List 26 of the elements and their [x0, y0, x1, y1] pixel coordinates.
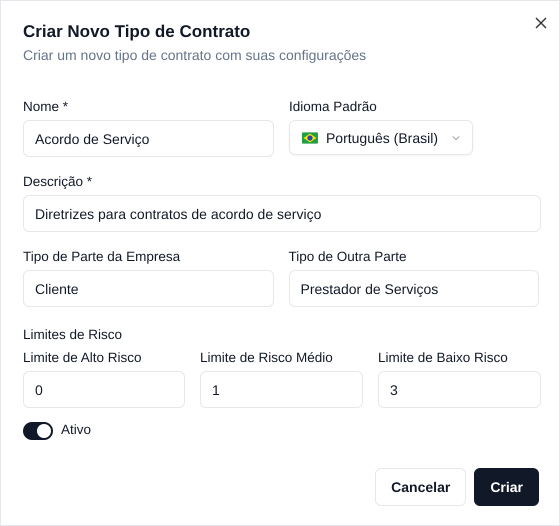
field-label: Limite de Alto Risco — [23, 350, 142, 366]
field-label: Nome * — [23, 99, 68, 115]
field-label: Idioma Padrão — [289, 99, 377, 115]
dialog-subtitle: Criar um novo tipo de contrato com suas configurações — [23, 46, 368, 65]
close-icon[interactable] — [535, 17, 547, 29]
risk-limit-field[interactable]: 0 — [23, 371, 185, 408]
description-field[interactable]: Diretrizes para contratos de acordo de serviço — [23, 195, 541, 232]
field-label: Descrição * — [23, 174, 92, 190]
field-label: Tipo de Outra Parte — [288, 249, 407, 265]
cancel-button[interactable]: Cancelar — [375, 468, 466, 506]
company-party-field[interactable]: Cliente — [23, 270, 274, 307]
language-dropdown[interactable]: Português (Brasil) — [289, 120, 473, 155]
toggle-label: Ativo — [61, 422, 92, 438]
risk-limit-field[interactable]: 3 — [378, 371, 541, 408]
field-label: Limite de Baixo Risco — [378, 350, 508, 366]
risk-limit-field[interactable]: 1 — [200, 371, 363, 408]
other-party-field[interactable]: Prestador de Serviços — [288, 270, 539, 307]
field-label: Limite de Risco Médio — [200, 350, 333, 366]
dialog-title: Criar Novo Tipo de Contrato — [23, 21, 252, 43]
section-title: Limites de Risco — [23, 327, 124, 343]
name-field[interactable]: Acordo de Serviço — [23, 120, 274, 157]
flag-icon — [302, 130, 318, 144]
toggle-switch[interactable] — [23, 422, 53, 440]
create-button[interactable]: Criar — [474, 468, 539, 506]
chevron-down-icon — [452, 134, 460, 140]
field-label: Tipo de Parte da Empresa — [23, 249, 180, 265]
